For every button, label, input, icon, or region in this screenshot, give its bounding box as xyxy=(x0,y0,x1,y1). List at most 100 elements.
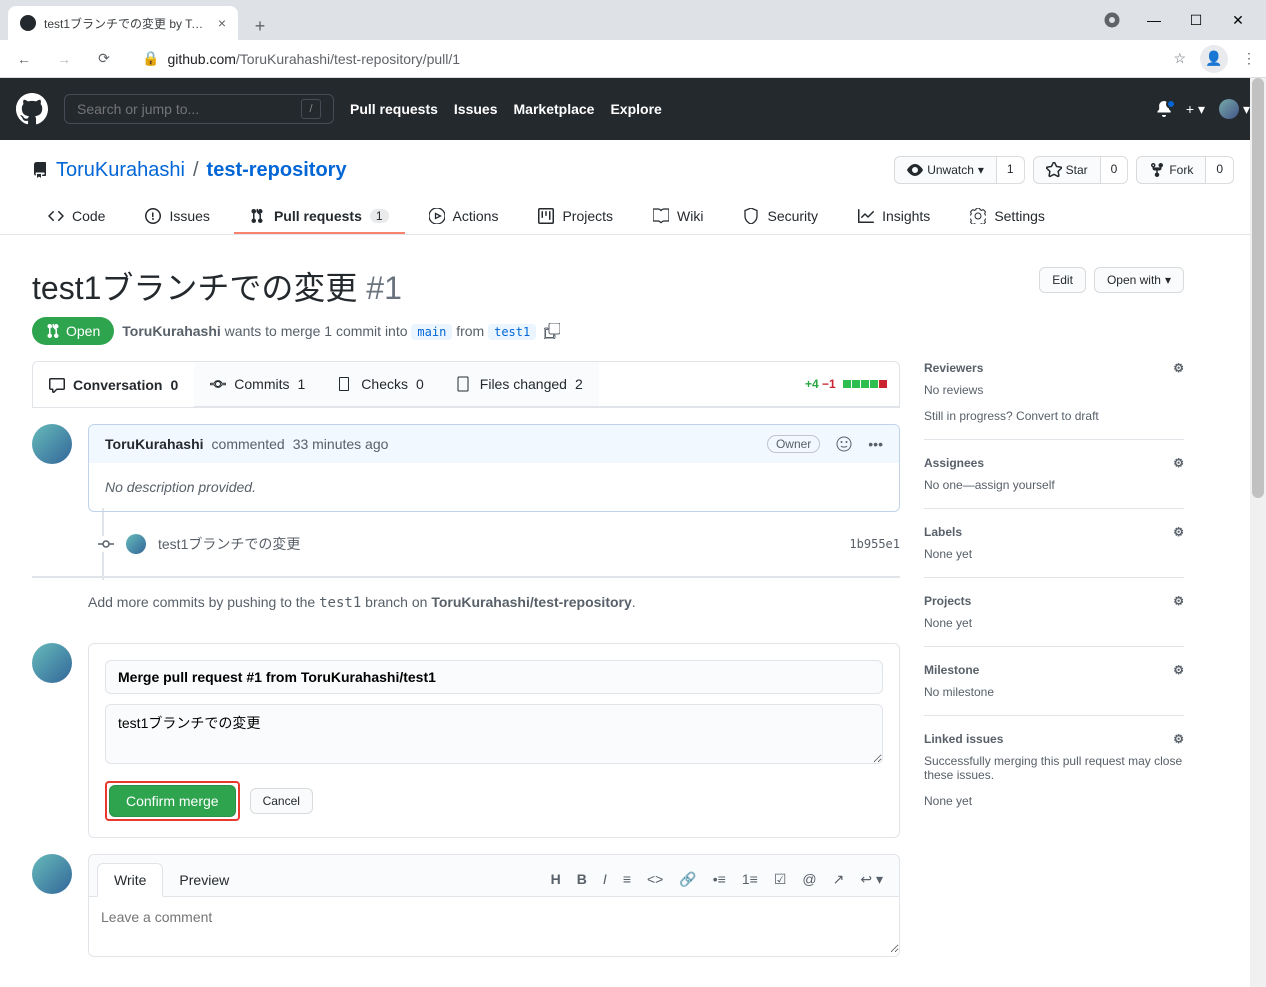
create-new-dropdown[interactable]: + ▾ xyxy=(1186,101,1205,118)
pr-author[interactable]: ToruKurahashi xyxy=(122,323,221,339)
tab-pulls[interactable]: Pull requests1 xyxy=(234,200,405,234)
comment-editor: Write Preview H B I ≡ <> 🔗 •≡ 1≡ xyxy=(88,854,900,957)
tab-security[interactable]: Security xyxy=(727,200,834,234)
base-branch[interactable]: main xyxy=(411,324,452,340)
header-nav: Pull requests Issues Marketplace Explore xyxy=(350,101,662,117)
confirm-merge-button[interactable]: Confirm merge xyxy=(109,785,236,817)
tab-commits[interactable]: Commits1 xyxy=(194,362,321,407)
sidebar-labels: Labels⚙ None yet xyxy=(924,509,1184,578)
star-button[interactable]: Star xyxy=(1033,156,1101,184)
fork-count[interactable]: 0 xyxy=(1206,156,1234,184)
repo-name-link[interactable]: test-repository xyxy=(207,159,347,182)
back-button[interactable]: ← xyxy=(10,45,38,73)
projects-gear-icon[interactable]: ⚙ xyxy=(1173,594,1184,608)
mention-icon[interactable]: @ xyxy=(802,871,816,888)
url-bar[interactable]: 🔒 github.com/ToruKurahashi/test-reposito… xyxy=(130,44,1161,74)
linked-gear-icon[interactable]: ⚙ xyxy=(1173,732,1184,746)
nav-marketplace[interactable]: Marketplace xyxy=(514,101,595,117)
emoji-icon[interactable] xyxy=(836,436,852,452)
scroll-thumb[interactable] xyxy=(1252,78,1264,498)
task-list-icon[interactable]: ☑ xyxy=(774,871,787,888)
maximize-button[interactable]: ☐ xyxy=(1182,6,1210,34)
convert-to-draft[interactable]: Still in progress? Convert to draft xyxy=(924,409,1184,423)
browser-menu-icon[interactable]: ⋮ xyxy=(1242,50,1256,67)
committer-avatar[interactable] xyxy=(126,534,146,554)
copy-icon[interactable] xyxy=(544,323,560,339)
preview-tab[interactable]: Preview xyxy=(163,864,245,896)
code-icon[interactable]: <> xyxy=(647,871,663,888)
reviewers-gear-icon[interactable]: ⚙ xyxy=(1173,361,1184,375)
tab-code[interactable]: Code xyxy=(32,200,121,234)
incognito-icon[interactable] xyxy=(1098,6,1126,34)
play-icon xyxy=(429,208,445,224)
tab-conversation[interactable]: Conversation0 xyxy=(33,362,194,407)
kebab-icon[interactable]: ••• xyxy=(868,436,883,452)
commit-sha[interactable]: 1b955e1 xyxy=(849,537,900,551)
milestone-gear-icon[interactable]: ⚙ xyxy=(1173,663,1184,677)
scrollbar[interactable] xyxy=(1250,78,1266,987)
user-menu[interactable]: ▾ xyxy=(1219,99,1250,119)
reload-button[interactable]: ⟳ xyxy=(90,45,118,73)
cross-ref-icon[interactable]: ↗ xyxy=(833,871,845,888)
assign-yourself[interactable]: No one—assign yourself xyxy=(924,478,1184,492)
comment-author-avatar[interactable] xyxy=(32,854,72,894)
close-window-button[interactable]: ✕ xyxy=(1224,6,1252,34)
comment-author[interactable]: ToruKurahashi xyxy=(105,436,204,452)
star-count[interactable]: 0 xyxy=(1101,156,1129,184)
tab-projects[interactable]: Projects xyxy=(522,200,629,234)
head-branch[interactable]: test1 xyxy=(488,324,536,340)
sidebar-reviewers: Reviewers⚙ No reviews Still in progress?… xyxy=(924,361,1184,440)
tab-settings[interactable]: Settings xyxy=(954,200,1061,234)
watch-count[interactable]: 1 xyxy=(997,156,1025,184)
unwatch-button[interactable]: Unwatch ▾ xyxy=(894,156,997,184)
window-controls: — ☐ ✕ xyxy=(1098,6,1258,40)
cancel-merge-button[interactable]: Cancel xyxy=(250,788,313,814)
tab-insights[interactable]: Insights xyxy=(842,200,946,234)
bold-icon[interactable]: B xyxy=(577,871,587,888)
commit-icon xyxy=(210,376,226,392)
repo-owner-link[interactable]: ToruKurahashi xyxy=(56,159,185,182)
number-list-icon[interactable]: 1≡ xyxy=(742,871,758,888)
nav-pull-requests[interactable]: Pull requests xyxy=(350,101,438,117)
search-box[interactable]: / xyxy=(64,94,334,124)
link-icon[interactable]: 🔗 xyxy=(679,871,696,888)
tab-files[interactable]: Files changed2 xyxy=(440,362,599,407)
nav-issues[interactable]: Issues xyxy=(454,101,498,117)
italic-icon[interactable]: I xyxy=(603,871,607,888)
comment-time[interactable]: 33 minutes ago xyxy=(293,436,389,452)
notifications-button[interactable] xyxy=(1156,101,1172,117)
nav-explore[interactable]: Explore xyxy=(610,101,661,117)
profile-icon[interactable]: 👤 xyxy=(1200,45,1228,73)
open-with-button[interactable]: Open with ▾ xyxy=(1094,267,1184,293)
browser-tab[interactable]: test1ブランチでの変更 by ToruKura… × xyxy=(8,6,238,40)
forward-button[interactable]: → xyxy=(50,45,78,73)
edit-pr-button[interactable]: Edit xyxy=(1039,267,1086,293)
diff-stat: +4 −1 xyxy=(805,377,887,391)
assignees-gear-icon[interactable]: ⚙ xyxy=(1173,456,1184,470)
tab-wiki[interactable]: Wiki xyxy=(637,200,719,234)
commit-message[interactable]: test1ブランチでの変更 xyxy=(158,534,300,554)
url-path: /ToruKurahashi/test-repository/pull/1 xyxy=(236,51,460,67)
author-avatar[interactable] xyxy=(32,424,72,464)
tab-issues[interactable]: Issues xyxy=(129,200,225,234)
confirm-merge-highlight: Confirm merge xyxy=(105,781,240,821)
merge-message-input[interactable]: test1ブランチでの変更 xyxy=(105,704,883,764)
tab-checks[interactable]: Checks0 xyxy=(321,362,439,407)
minimize-button[interactable]: — xyxy=(1140,6,1168,34)
comment-textarea[interactable] xyxy=(89,897,899,953)
fork-button[interactable]: Fork xyxy=(1136,156,1206,184)
tab-actions[interactable]: Actions xyxy=(413,200,515,234)
search-input[interactable] xyxy=(77,101,301,117)
reply-icon[interactable]: ↩ ▾ xyxy=(860,871,883,888)
merge-author-avatar[interactable] xyxy=(32,643,72,683)
github-logo[interactable] xyxy=(16,93,48,125)
new-tab-button[interactable]: + xyxy=(246,12,274,40)
labels-gear-icon[interactable]: ⚙ xyxy=(1173,525,1184,539)
quote-icon[interactable]: ≡ xyxy=(623,871,631,888)
star-url-icon[interactable]: ☆ xyxy=(1173,50,1186,67)
heading-icon[interactable]: H xyxy=(551,871,561,888)
merge-title-input[interactable] xyxy=(105,660,883,694)
bullet-list-icon[interactable]: •≡ xyxy=(713,871,726,888)
write-tab[interactable]: Write xyxy=(97,863,163,897)
tab-close-icon[interactable]: × xyxy=(218,15,226,31)
